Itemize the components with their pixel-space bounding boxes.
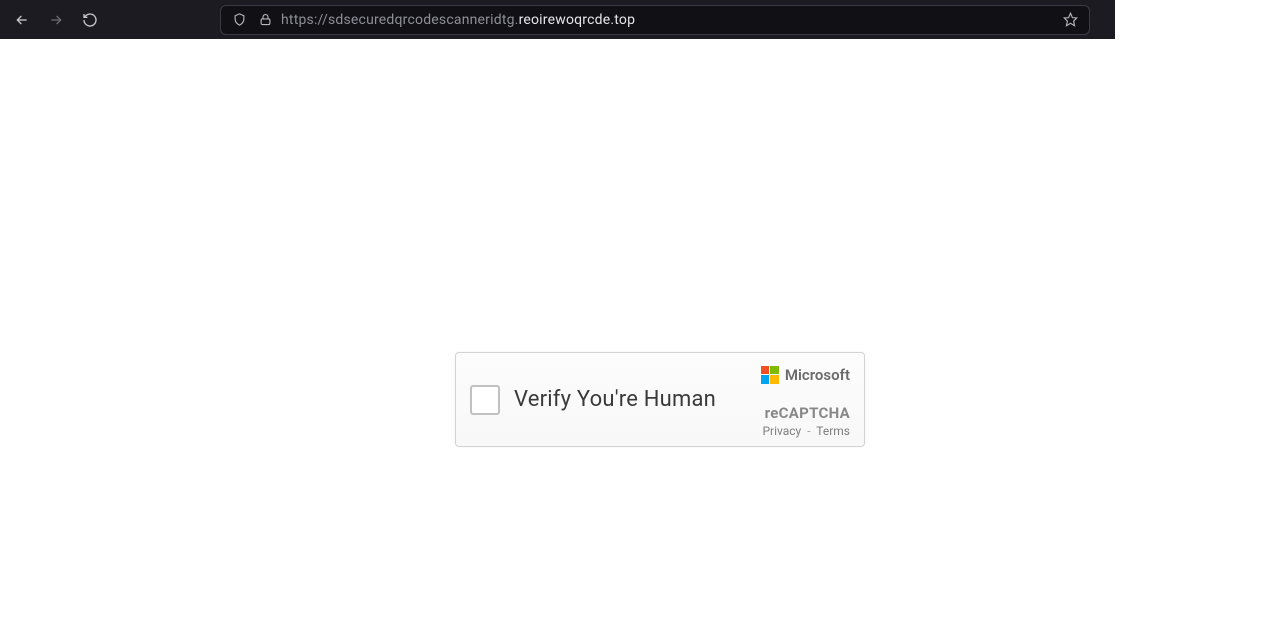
recaptcha-label: reCAPTCHA [765, 404, 850, 422]
captcha-branding: Microsoft reCAPTCHA Privacy - Terms [761, 362, 850, 438]
links-separator: - [807, 424, 810, 438]
tracking-protection-icon[interactable] [229, 12, 249, 27]
reload-button[interactable] [76, 6, 104, 34]
forward-button[interactable] [42, 6, 70, 34]
privacy-link[interactable]: Privacy [762, 424, 801, 438]
arrow-right-icon [48, 12, 64, 28]
lock-icon[interactable] [255, 12, 275, 27]
captcha-links: Privacy - Terms [762, 424, 850, 438]
captcha-widget: Verify You're Human Microsoft reCAPTCHA … [455, 352, 865, 447]
star-icon [1063, 12, 1078, 27]
microsoft-logo-icon [761, 366, 779, 384]
page-content: Verify You're Human Microsoft reCAPTCHA … [0, 39, 1115, 624]
microsoft-text: Microsoft [785, 366, 850, 384]
address-bar[interactable]: https://sdsecuredqrcodescanneridtg.reoir… [220, 5, 1090, 35]
terms-link[interactable]: Terms [816, 424, 850, 438]
captcha-label: Verify You're Human [514, 387, 716, 412]
bookmark-button[interactable] [1059, 12, 1081, 27]
url-text: https://sdsecuredqrcodescanneridtg.reoir… [281, 13, 635, 27]
microsoft-brand: Microsoft [761, 366, 850, 384]
arrow-left-icon [14, 12, 30, 28]
back-button[interactable] [8, 6, 36, 34]
captcha-checkbox[interactable] [470, 385, 500, 415]
reload-icon [82, 12, 98, 28]
browser-chrome: https://sdsecuredqrcodescanneridtg.reoir… [0, 0, 1115, 39]
